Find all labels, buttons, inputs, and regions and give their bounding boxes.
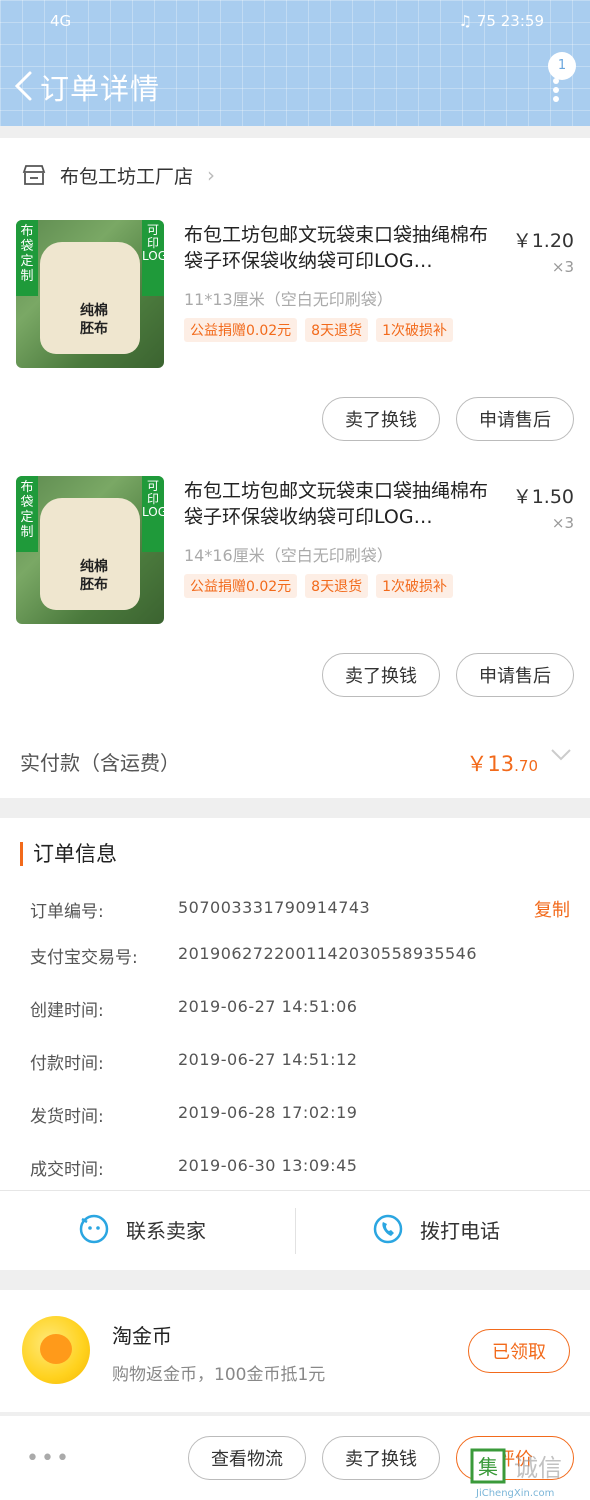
total-decimal: .70 <box>514 757 538 775</box>
product-image-text: 纯棉胚布 <box>80 303 108 337</box>
currency-symbol: ￥ <box>466 752 488 776</box>
shop-name: 布包工坊工厂店 <box>60 165 194 188</box>
sell-for-cash-button[interactable]: 卖了换钱 <box>322 653 440 697</box>
sell-for-cash-button[interactable]: 卖了换钱 <box>322 1436 440 1480</box>
phone-icon <box>373 1214 403 1244</box>
product-image[interactable]: 纯棉胚布 布袋定制 可印LOGO <box>16 476 164 624</box>
header: 4G ♫ 75 23:59 订单详情 1 <box>0 0 590 126</box>
product-quantity: ×3 <box>551 258 574 276</box>
chat-face-icon <box>79 1214 109 1244</box>
view-logistics-button[interactable]: 查看物流 <box>188 1436 306 1480</box>
product-image[interactable]: 纯棉胚布 布袋定制 可印LOGO <box>16 220 164 368</box>
section-title: 订单信息 <box>20 842 117 866</box>
shipped-time: 2019-06-28 17:02:19 <box>178 1103 358 1122</box>
chevron-right-icon: › <box>207 163 216 187</box>
paid-time: 2019-06-27 14:51:12 <box>178 1050 358 1069</box>
created-time: 2019-06-27 14:51:06 <box>178 997 358 1016</box>
service-tag: 公益捐赠0.02元 <box>184 318 298 342</box>
alipay-trade-number: 2019062722001142030558935546 <box>178 944 478 963</box>
call-phone-button[interactable]: 拨打电话 <box>372 1213 500 1245</box>
product-spec: 11*13厘米（空白无印刷袋） <box>184 290 393 309</box>
info-label: 支付宝交易号: <box>30 948 138 968</box>
product-image-tag: 可印LOGO <box>142 476 164 552</box>
service-tags: 公益捐赠0.02元 8天退货 1次破损补 <box>184 318 454 342</box>
svg-text:JiChengXin.com: JiChengXin.com <box>475 1488 554 1499</box>
service-tags: 公益捐赠0.02元 8天退货 1次破损补 <box>184 574 454 598</box>
info-label: 订单编号: <box>30 902 104 922</box>
more-options-icon[interactable]: ••• <box>26 1446 71 1471</box>
contact-seller-label: 联系卖家 <box>126 1218 206 1243</box>
product-image-tag: 布袋定制 <box>16 476 38 552</box>
call-phone-label: 拨打电话 <box>420 1218 500 1243</box>
notification-badge: 1 <box>548 52 576 80</box>
claimed-button[interactable]: 已领取 <box>468 1329 570 1373</box>
total-label: 实付款（含运费） <box>20 751 180 775</box>
divider <box>0 1190 590 1191</box>
after-sales-button[interactable]: 申请售后 <box>456 653 574 697</box>
watermark-logo: 集 诚信 JiChengXin.com <box>468 1446 590 1500</box>
order-info-card <box>0 818 590 1270</box>
info-label: 付款时间: <box>30 1054 104 1074</box>
info-label: 成交时间: <box>30 1160 104 1180</box>
product-image-tag: 布袋定制 <box>16 220 38 296</box>
store-icon <box>22 165 46 185</box>
copy-button[interactable]: 复制 <box>534 896 570 922</box>
order-number: 507003331790914743 <box>178 898 371 917</box>
product-image-tag: 可印LOGO <box>142 220 164 296</box>
after-sales-button[interactable]: 申请售后 <box>456 397 574 441</box>
product-quantity: ×3 <box>551 514 574 532</box>
headset-icon: ♫ <box>458 12 473 30</box>
service-tag: 公益捐赠0.02元 <box>184 574 298 598</box>
coins-title: 淘金币 <box>112 1324 172 1348</box>
total-integer: 13 <box>487 752 515 776</box>
shop-link[interactable]: 布包工坊工厂店 › <box>22 160 215 190</box>
product-title[interactable]: 布包工坊包邮文玩袋束口袋抽绳棉布袋子环保袋收纳袋可印LOG… <box>184 222 504 274</box>
signal-indicator: 4G <box>50 12 72 30</box>
divider <box>295 1208 296 1254</box>
info-label: 发货时间: <box>30 1107 104 1127</box>
service-tag: 1次破损补 <box>376 574 454 598</box>
completed-time: 2019-06-30 13:09:45 <box>178 1156 358 1175</box>
coins-subtitle: 购物返金币，100金币抵1元 <box>112 1365 326 1385</box>
svg-text:诚信: 诚信 <box>514 1454 562 1482</box>
product-price: ￥1.50 <box>512 486 574 508</box>
more-menu-icon[interactable] <box>552 78 560 102</box>
service-tag: 8天退货 <box>305 318 369 342</box>
service-tag: 8天退货 <box>305 574 369 598</box>
battery-level: 75 <box>476 12 496 30</box>
total-amount[interactable]: ￥13.70 <box>466 748 538 778</box>
status-right: ♫ 75 23:59 <box>459 12 544 30</box>
clock: 23:59 <box>500 12 544 30</box>
service-tag: 1次破损补 <box>376 318 454 342</box>
product-title[interactable]: 布包工坊包邮文玩袋束口袋抽绳棉布袋子环保袋收纳袋可印LOG… <box>184 478 504 530</box>
contact-seller-button[interactable]: 联系卖家 <box>78 1213 206 1245</box>
back-arrow-icon[interactable] <box>12 70 34 102</box>
gold-coin-icon <box>22 1316 90 1384</box>
page-title: 订单详情 <box>40 72 161 106</box>
product-image-text: 纯棉胚布 <box>80 559 108 593</box>
product-price: ￥1.20 <box>512 230 574 252</box>
product-spec: 14*16厘米（空白无印刷袋） <box>184 546 393 565</box>
chevron-down-icon[interactable] <box>550 748 572 762</box>
info-label: 创建时间: <box>30 1001 104 1021</box>
sell-for-cash-button[interactable]: 卖了换钱 <box>322 397 440 441</box>
svg-text:集: 集 <box>478 1455 498 1479</box>
